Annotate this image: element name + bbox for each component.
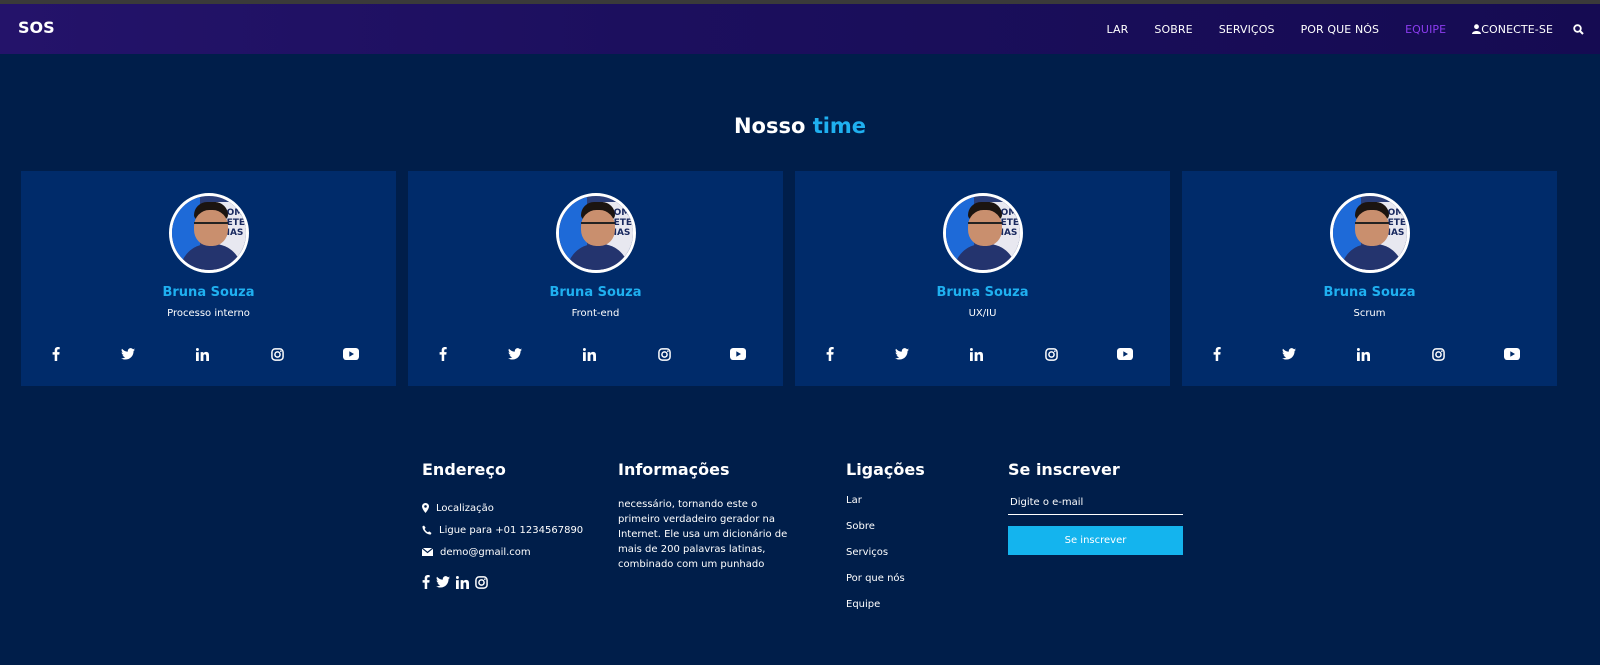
instagram-icon[interactable] <box>475 575 488 589</box>
youtube-icon[interactable] <box>1117 346 1133 362</box>
facebook-icon[interactable] <box>422 575 430 589</box>
avatar: COM PETE CIAS <box>1330 193 1410 273</box>
member-role: UX/IU <box>968 308 997 319</box>
youtube-icon[interactable] <box>1504 346 1520 362</box>
team-title-accent: time <box>812 114 867 138</box>
footer-info: Informações necessário, tornando este o … <box>618 460 788 572</box>
footer: Endereço Localização Ligue para +01 1234… <box>0 460 1600 660</box>
footer-subscribe: Se inscrever Se inscrever <box>1008 460 1183 555</box>
footer-info-text: necessário, tornando este o primeiro ver… <box>618 499 788 570</box>
team-card: COM PETE CIAS Bruna Souza Scrum <box>1182 171 1557 386</box>
instagram-icon[interactable] <box>656 346 672 362</box>
footer-link-por-que-nos[interactable]: Por que nós <box>846 565 925 591</box>
linkedin-icon[interactable] <box>581 346 597 362</box>
member-name: Bruna Souza <box>1323 285 1416 300</box>
footer-phone[interactable]: Ligue para +01 1234567890 <box>422 519 583 541</box>
member-role: Processo interno <box>167 308 250 319</box>
nav-login-label: CONECTE-SE <box>1481 22 1553 36</box>
team-cards: COM PETE CIAS Bruna Souza Processo inter… <box>21 171 1588 386</box>
member-role: Scrum <box>1353 308 1386 319</box>
user-icon <box>1472 23 1482 34</box>
twitter-icon[interactable] <box>1281 346 1297 362</box>
navbar: SOS LAR SOBRE SERVIÇOS POR QUE NÓS EQUIP… <box>0 4 1600 54</box>
email-input[interactable] <box>1008 491 1183 515</box>
member-socials <box>408 346 783 362</box>
youtube-icon[interactable] <box>730 346 746 362</box>
facebook-icon[interactable] <box>435 346 451 362</box>
nav-item-equipe[interactable]: EQUIPE <box>1405 23 1446 36</box>
search-icon <box>1573 23 1584 35</box>
twitter-icon[interactable] <box>120 346 136 362</box>
nav-menu: LAR SOBRE SERVIÇOS POR QUE NÓS EQUIPE CO… <box>1081 4 1584 54</box>
footer-address: Endereço Localização Ligue para +01 1234… <box>422 460 583 589</box>
linkedin-icon[interactable] <box>456 575 469 589</box>
footer-link-lar[interactable]: Lar <box>846 487 925 513</box>
footer-info-heading: Informações <box>618 460 730 479</box>
footer-links: Ligações Lar Sobre Serviços Por que nós … <box>846 460 925 617</box>
footer-subscribe-heading: Se inscrever <box>1008 460 1120 479</box>
member-name: Bruna Souza <box>162 285 255 300</box>
avatar: COM PETE CIAS <box>556 193 636 273</box>
facebook-icon[interactable] <box>822 346 838 362</box>
nav-item-por-que-nos[interactable]: POR QUE NÓS <box>1301 23 1380 36</box>
nav-item-lar[interactable]: LAR <box>1107 23 1129 36</box>
map-marker-icon <box>422 503 429 513</box>
footer-link-sobre[interactable]: Sobre <box>846 513 925 539</box>
nav-login-link[interactable]: CONECTE-SE <box>1472 23 1553 36</box>
nav-item-sobre[interactable]: SOBRE <box>1154 23 1192 36</box>
facebook-icon[interactable] <box>1209 346 1225 362</box>
team-card: COM PETE CIAS Bruna Souza UX/IU <box>795 171 1170 386</box>
instagram-icon[interactable] <box>269 346 285 362</box>
instagram-icon[interactable] <box>1043 346 1059 362</box>
linkedin-icon[interactable] <box>194 346 210 362</box>
linkedin-icon[interactable] <box>1355 346 1371 362</box>
team-title-main: Nosso <box>733 114 806 138</box>
member-socials <box>1182 346 1557 362</box>
team-card: COM PETE CIAS Bruna Souza Processo inter… <box>21 171 396 386</box>
subscribe-button[interactable]: Se inscrever <box>1008 526 1183 555</box>
nav-search-button[interactable] <box>1573 23 1584 35</box>
footer-location[interactable]: Localização <box>422 497 583 519</box>
team-card: COM PETE CIAS Bruna Souza Front-end <box>408 171 783 386</box>
footer-links-heading: Ligações <box>846 460 925 479</box>
member-role: Front-end <box>571 308 620 319</box>
avatar: COM PETE CIAS <box>169 193 249 273</box>
brand-logo[interactable]: SOS <box>18 18 55 37</box>
footer-email[interactable]: demo@gmail.com <box>422 541 583 563</box>
youtube-icon[interactable] <box>343 346 359 362</box>
member-socials <box>795 346 1170 362</box>
footer-link-equipe[interactable]: Equipe <box>846 591 925 617</box>
nav-item-servicos[interactable]: SERVIÇOS <box>1219 23 1275 36</box>
twitter-icon[interactable] <box>507 346 523 362</box>
twitter-icon[interactable] <box>436 576 450 588</box>
twitter-icon[interactable] <box>894 346 910 362</box>
facebook-icon[interactable] <box>48 346 64 362</box>
team-section-title: Nosso time <box>0 114 1600 138</box>
phone-icon <box>422 525 432 535</box>
footer-socials <box>422 575 583 589</box>
member-name: Bruna Souza <box>549 285 642 300</box>
member-name: Bruna Souza <box>936 285 1029 300</box>
member-socials <box>21 346 396 362</box>
footer-link-servicos[interactable]: Serviços <box>846 539 925 565</box>
footer-address-heading: Endereço <box>422 460 506 479</box>
avatar: COM PETE CIAS <box>943 193 1023 273</box>
envelope-icon <box>422 548 433 556</box>
instagram-icon[interactable] <box>1430 346 1446 362</box>
linkedin-icon[interactable] <box>968 346 984 362</box>
